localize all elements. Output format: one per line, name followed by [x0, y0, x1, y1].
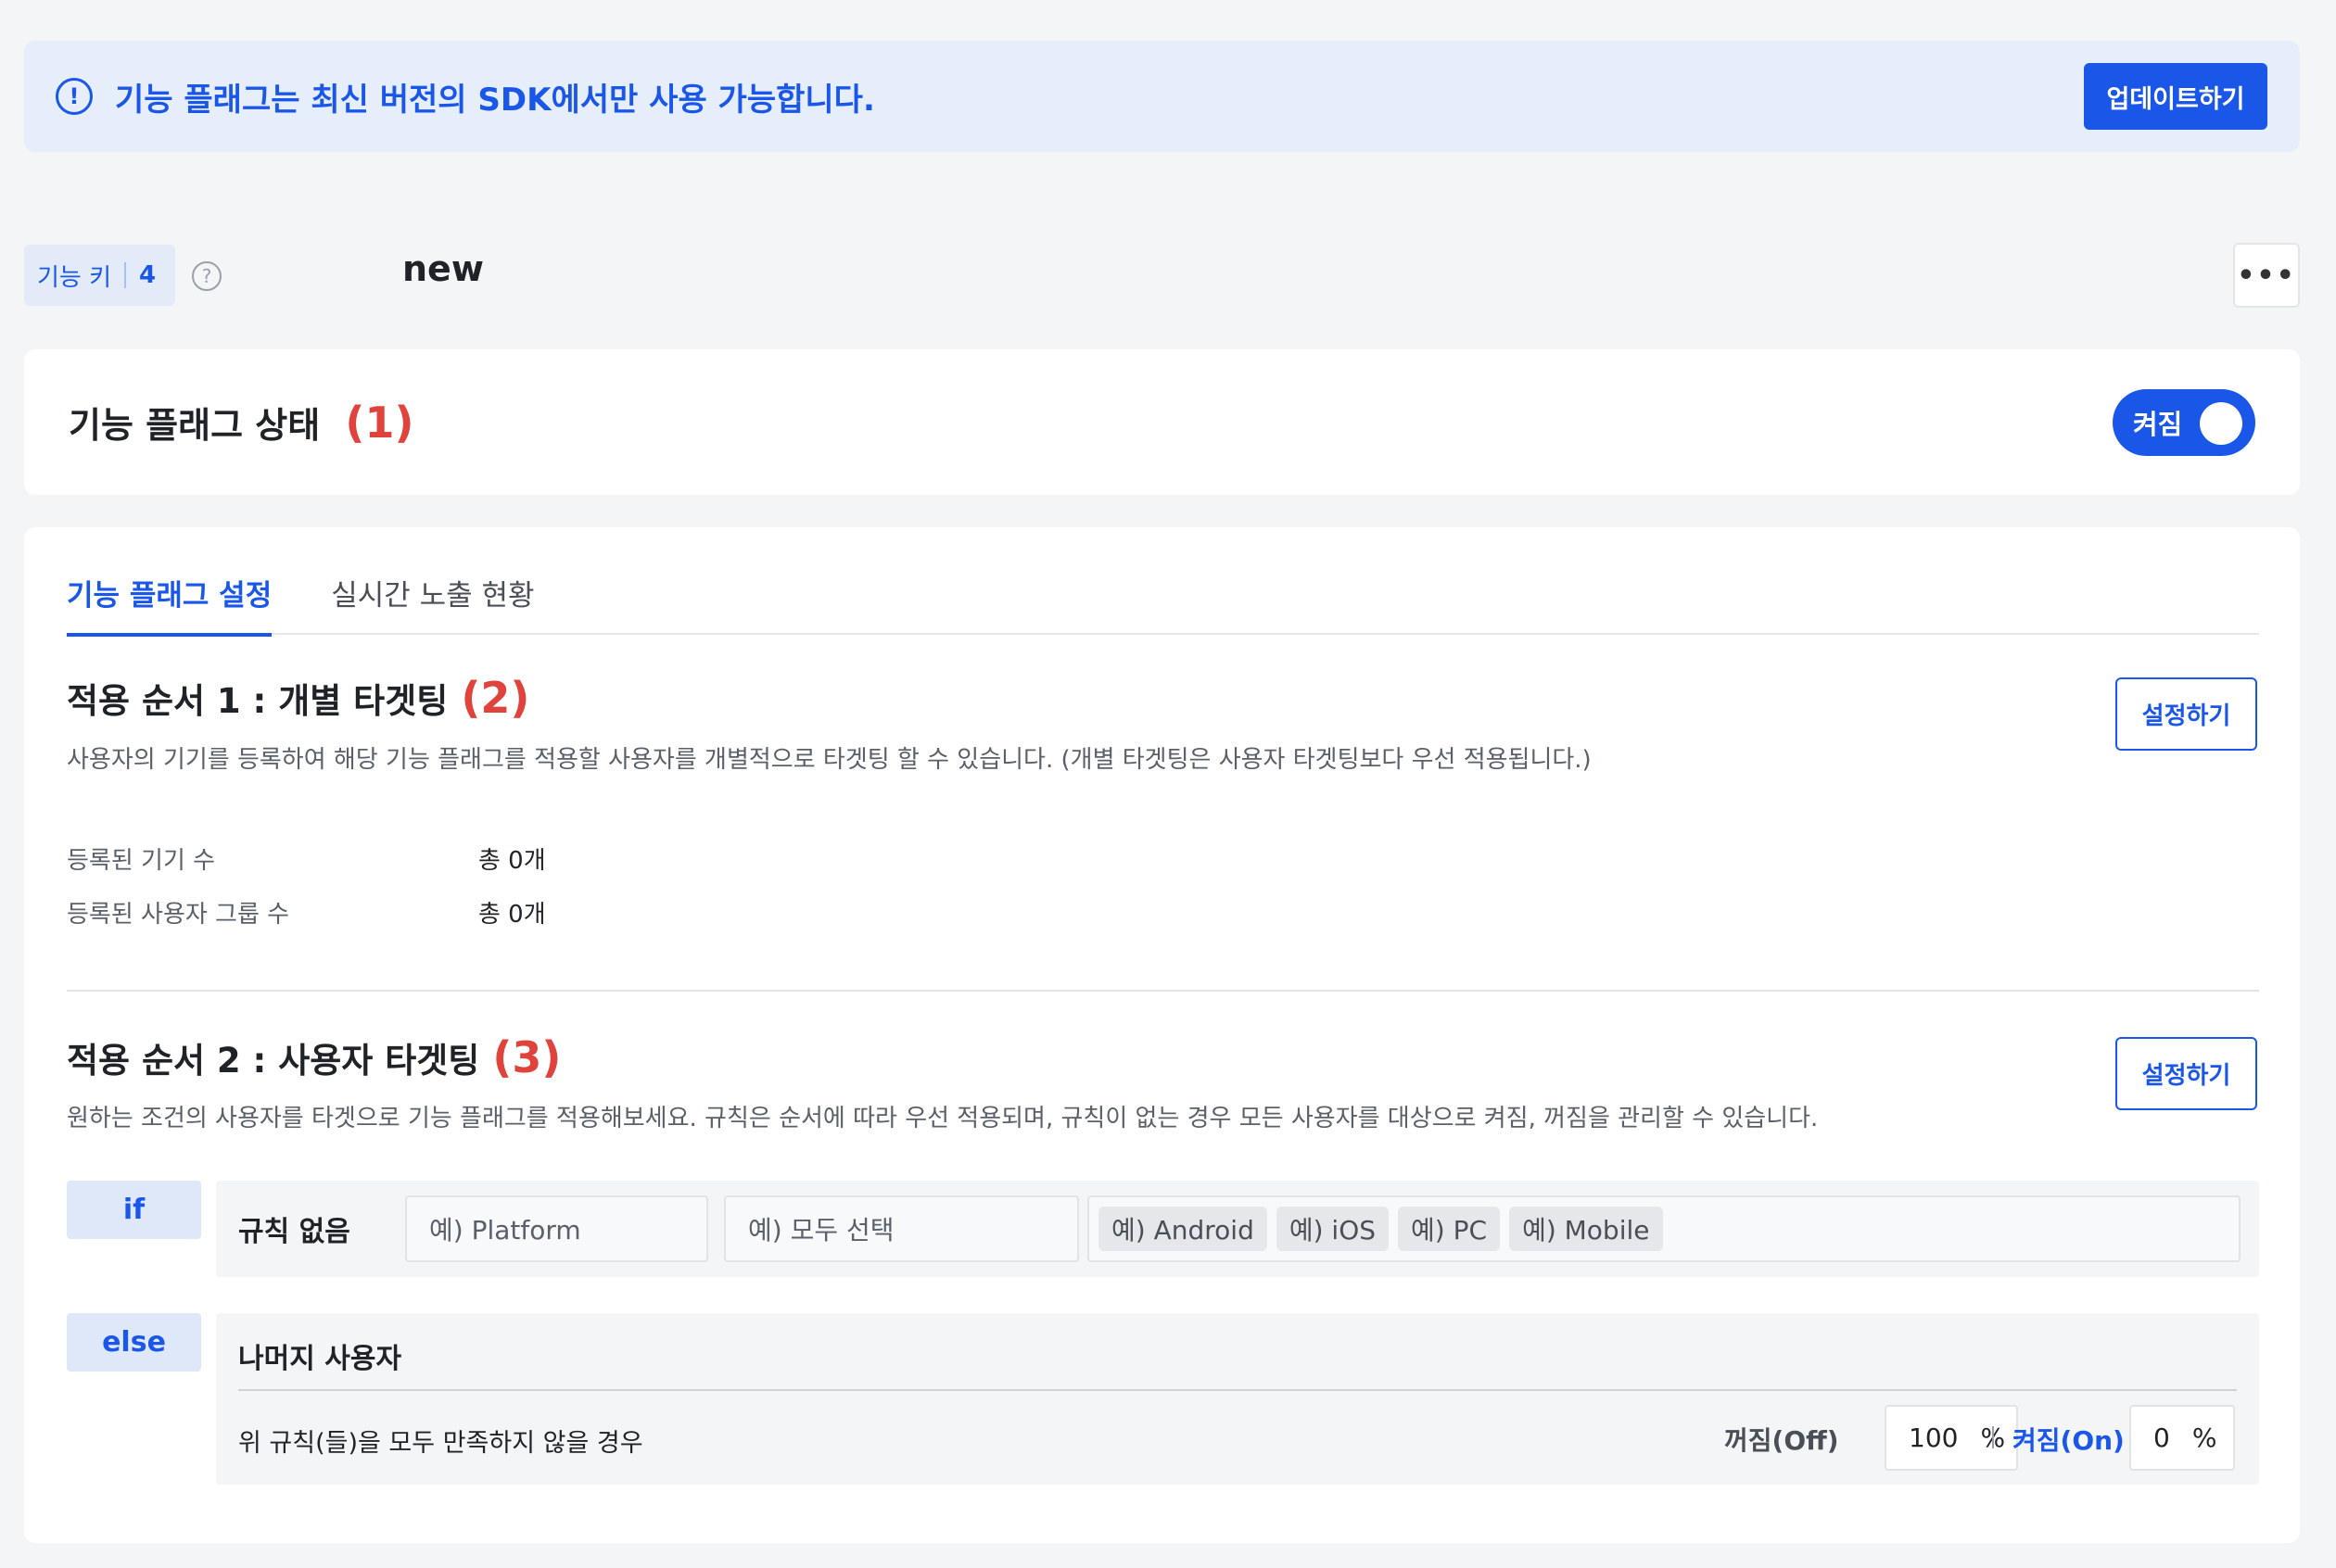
off-label: 꺼짐(Off) [1724, 1425, 1839, 1456]
update-button[interactable]: 업데이트하기 [2084, 63, 2267, 130]
if-tag: if [67, 1181, 201, 1239]
section1-title: 적용 순서 1 : 개별 타겟팅 [67, 681, 449, 721]
section-divider [67, 990, 2259, 992]
annotation-marker: (3) [492, 1032, 562, 1082]
toggle-knob [2200, 401, 2242, 445]
on-label: 켜짐(On) [2012, 1425, 2125, 1456]
registered-groups-value: 총 0개 [478, 901, 546, 929]
percent-unit: % [2191, 1423, 2217, 1453]
more-options-button[interactable]: ••• [2233, 243, 2300, 308]
toggle-label: 켜짐 [2133, 408, 2183, 440]
alert-circle-icon: ! [56, 78, 93, 115]
registered-devices-value: 총 0개 [478, 847, 546, 875]
if-rule-panel: 규칙 없음 예) Platform 예) 모두 선택 예) Android 예)… [216, 1181, 2259, 1277]
help-icon[interactable]: ? [192, 261, 222, 291]
chip-divider [124, 262, 127, 288]
off-percent-input[interactable]: 100 % [1885, 1405, 2018, 1471]
no-rule-label: 규칙 없음 [238, 1216, 350, 1248]
section1-settings-button[interactable]: 설정하기 [2115, 677, 2257, 751]
value-chip: 예) Android [1098, 1207, 1267, 1251]
value-chip: 예) PC [1398, 1207, 1501, 1251]
flag-settings-card: 기능 플래그 설정 실시간 노출 현황 적용 순서 1 : 개별 타겟팅 (2)… [24, 527, 2300, 1543]
section2-title: 적용 순서 2 : 사용자 타겟팅 [67, 1041, 480, 1081]
registered-devices-label: 등록된 기기 수 [67, 847, 216, 875]
section2-description: 원하는 조건의 사용자를 타겟으로 기능 플래그를 적용해보세요. 규칙은 순서… [67, 1105, 1819, 1132]
values-field[interactable]: 예) Android 예) iOS 예) PC 예) Mobile [1087, 1195, 2241, 1262]
annotation-marker: (1) [345, 398, 414, 448]
else-tag: else [67, 1313, 201, 1372]
value-chip: 예) Mobile [1509, 1207, 1663, 1251]
section2-heading: 적용 순서 2 : 사용자 타겟팅 (3) [67, 1032, 561, 1082]
flag-status-title: 기능 플래그 상태 [69, 405, 321, 446]
feature-key-value: new [402, 248, 484, 289]
tab-realtime-exposure[interactable]: 실시간 노출 현황 [331, 564, 534, 635]
else-description: 위 규칙(들)을 모두 만족하지 않을 경우 [238, 1429, 643, 1458]
settings-tabs: 기능 플래그 설정 실시간 노출 현황 [67, 564, 2259, 637]
banner-message: 기능 플래그는 최신 버전의 SDK에서만 사용 가능합니다. [115, 81, 875, 119]
tab-flag-settings[interactable]: 기능 플래그 설정 [67, 564, 273, 637]
value-chip: 예) iOS [1276, 1207, 1390, 1251]
flag-status-card: 기능 플래그 상태 (1) 켜짐 [24, 349, 2300, 495]
annotation-marker: (2) [461, 673, 530, 723]
on-percent-value: 0 [2153, 1423, 2170, 1453]
operator-field[interactable]: 예) 모두 선택 [724, 1195, 1079, 1262]
feature-key-count: 4 [139, 261, 157, 289]
feature-key-label: 기능 키 [37, 263, 112, 292]
feature-key-row: 기능 키 4 ? new ••• [24, 243, 2300, 308]
platform-field[interactable]: 예) Platform [405, 1195, 708, 1262]
feature-key-chip: 기능 키 4 [24, 245, 175, 306]
flag-status-toggle[interactable]: 켜짐 [2113, 388, 2255, 456]
section1-description: 사용자의 기기를 등록하여 해당 기능 플래그를 적용할 사용자를 개별적으로 … [67, 746, 1592, 774]
else-divider [238, 1389, 2237, 1391]
section2-settings-button[interactable]: 설정하기 [2115, 1037, 2257, 1110]
remaining-users-title: 나머지 사용자 [238, 1343, 402, 1375]
section1-heading: 적용 순서 1 : 개별 타겟팅 (2) [67, 673, 529, 723]
else-rule-panel: 나머지 사용자 위 규칙(들)을 모두 만족하지 않을 경우 꺼짐(Off) 1… [216, 1313, 2259, 1485]
on-percent-input[interactable]: 0 % [2129, 1405, 2235, 1471]
off-percent-value: 100 [1909, 1423, 1959, 1453]
flag-status-heading: 기능 플래그 상태 (1) [69, 397, 2113, 448]
sdk-notice-banner: ! 기능 플래그는 최신 버전의 SDK에서만 사용 가능합니다. 업데이트하기 [24, 41, 2300, 152]
registered-groups-label: 등록된 사용자 그룹 수 [67, 901, 290, 929]
percent-separator [1992, 1426, 1994, 1448]
